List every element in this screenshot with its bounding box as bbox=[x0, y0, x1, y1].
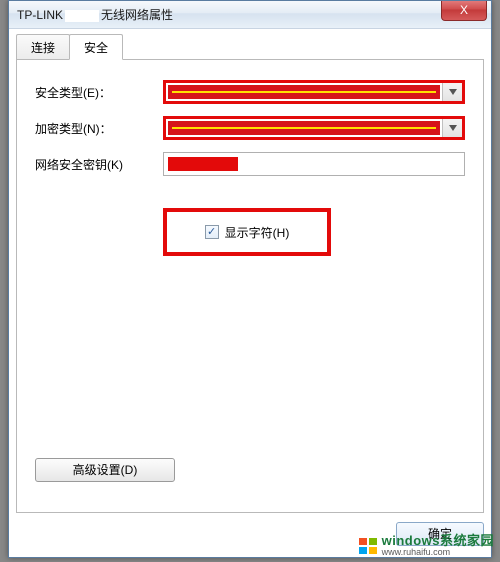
label-security-type: 安全类型(E)： bbox=[35, 84, 163, 101]
dialog-footer: 确定 bbox=[16, 519, 484, 549]
tab-security[interactable]: 安全 bbox=[69, 34, 123, 60]
chevron-down-icon bbox=[442, 119, 462, 137]
network-key-input[interactable] bbox=[163, 152, 465, 176]
label-network-key: 网络安全密钥(K) bbox=[35, 156, 163, 173]
titlebar[interactable]: TP-LINK无线网络属性 X bbox=[9, 1, 491, 29]
advanced-settings-button[interactable]: 高级设置(D) bbox=[35, 458, 175, 482]
label-encryption-type: 加密类型(N)： bbox=[35, 120, 163, 137]
client-area: 连接 安全 安全类型(E)： 加密类型(N)： bbox=[16, 35, 484, 515]
security-type-dropdown[interactable] bbox=[163, 80, 465, 104]
row-encryption-type: 加密类型(N)： bbox=[35, 116, 465, 140]
label-show-characters: 显示字符(H) bbox=[225, 224, 290, 241]
chevron-down-icon bbox=[442, 83, 462, 101]
redacted-ssid bbox=[65, 10, 99, 22]
dialog-window: TP-LINK无线网络属性 X 连接 安全 安全类型(E)： bbox=[8, 0, 492, 558]
encryption-type-dropdown[interactable] bbox=[163, 116, 465, 140]
row-network-key: 网络安全密钥(K) bbox=[35, 152, 465, 176]
close-button[interactable]: X bbox=[441, 1, 487, 21]
ok-button[interactable]: 确定 bbox=[396, 522, 484, 546]
window-title: TP-LINK无线网络属性 bbox=[17, 6, 173, 23]
redacted-key bbox=[168, 157, 238, 171]
highlight-show-characters: ✓ 显示字符(H) bbox=[163, 208, 331, 256]
show-characters-checkbox[interactable]: ✓ bbox=[205, 225, 219, 239]
tabpanel-security: 安全类型(E)： 加密类型(N)： bbox=[16, 59, 484, 513]
row-security-type: 安全类型(E)： bbox=[35, 80, 465, 104]
tabstrip: 连接 安全 bbox=[16, 35, 484, 59]
tab-connection[interactable]: 连接 bbox=[16, 34, 70, 60]
